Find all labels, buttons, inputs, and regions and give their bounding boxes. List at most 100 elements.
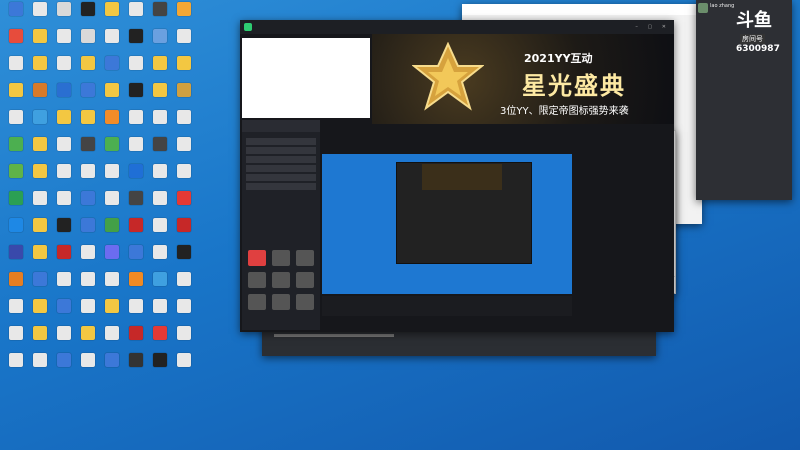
desktop-shortcut-icon[interactable] bbox=[28, 164, 52, 191]
desktop-shortcut-icon[interactable] bbox=[4, 29, 28, 56]
desktop-shortcut-icon[interactable] bbox=[52, 83, 76, 110]
desktop-shortcut-icon[interactable] bbox=[100, 218, 124, 245]
desktop-shortcut-icon[interactable] bbox=[124, 164, 148, 191]
desktop-shortcut-icon[interactable] bbox=[148, 326, 172, 353]
desktop-shortcut-icon[interactable] bbox=[100, 29, 124, 56]
desktop-shortcut-icon[interactable] bbox=[124, 245, 148, 272]
stream-preview[interactable] bbox=[322, 154, 572, 294]
desktop-shortcut-icon[interactable] bbox=[28, 191, 52, 218]
desktop-shortcut-icon[interactable] bbox=[148, 137, 172, 164]
desktop-shortcut-icon[interactable] bbox=[76, 326, 100, 353]
desktop-shortcut-icon[interactable] bbox=[148, 299, 172, 326]
background-window-titlebar[interactable] bbox=[462, 4, 702, 15]
desktop-shortcut-icon[interactable] bbox=[100, 326, 124, 353]
desktop-shortcut-icon[interactable] bbox=[100, 56, 124, 83]
desktop-shortcut-icon[interactable] bbox=[100, 245, 124, 272]
desktop-shortcut-icon[interactable] bbox=[28, 2, 52, 29]
desktop-shortcut-icon[interactable] bbox=[172, 29, 196, 56]
desktop-shortcut-icon[interactable] bbox=[4, 164, 28, 191]
stream-overlay-panel[interactable]: lao zhang 斗鱼 房间号 6300987 bbox=[696, 0, 792, 200]
desktop-shortcut-icon[interactable] bbox=[172, 110, 196, 137]
scene-sidebar[interactable] bbox=[242, 120, 320, 330]
desktop-shortcut-icon[interactable] bbox=[76, 191, 100, 218]
desktop-shortcut-icon[interactable] bbox=[172, 56, 196, 83]
desktop-shortcut-icon[interactable] bbox=[4, 2, 28, 29]
window-controls[interactable]: – ▢ ✕ bbox=[635, 24, 670, 30]
desktop-shortcut-icon[interactable] bbox=[124, 218, 148, 245]
stream-control-bar[interactable] bbox=[322, 296, 572, 316]
desktop-shortcut-icon[interactable] bbox=[100, 137, 124, 164]
desktop-shortcut-icon[interactable] bbox=[124, 191, 148, 218]
desktop-shortcut-icon[interactable] bbox=[100, 2, 124, 29]
desktop-shortcut-icon[interactable] bbox=[52, 137, 76, 164]
desktop-shortcut-icon[interactable] bbox=[4, 110, 28, 137]
desktop-shortcut-icon[interactable] bbox=[4, 137, 28, 164]
desktop-shortcut-icon[interactable] bbox=[100, 272, 124, 299]
desktop-shortcut-icon[interactable] bbox=[76, 299, 100, 326]
desktop-shortcut-icon[interactable] bbox=[4, 299, 28, 326]
desktop-shortcut-icon[interactable] bbox=[4, 245, 28, 272]
event-banner[interactable]: 2021YY互动 星光盛典 3位YY、限定帝图标强势来袭 bbox=[372, 34, 674, 124]
desktop-shortcut-icon[interactable] bbox=[124, 299, 148, 326]
desktop-shortcut-icon[interactable] bbox=[52, 29, 76, 56]
desktop-shortcut-icon[interactable] bbox=[148, 83, 172, 110]
desktop-shortcut-icon[interactable] bbox=[124, 29, 148, 56]
desktop-shortcut-icon[interactable] bbox=[172, 164, 196, 191]
desktop-shortcut-icon[interactable] bbox=[148, 353, 172, 380]
stream-app-window[interactable]: – ▢ ✕ 2021YY互动 星光盛典 3位YY、限定帝图标强势来袭 bbox=[240, 20, 674, 332]
desktop-shortcut-icon[interactable] bbox=[172, 137, 196, 164]
desktop-shortcut-icon[interactable] bbox=[4, 272, 28, 299]
desktop-shortcut-icon[interactable] bbox=[28, 272, 52, 299]
desktop-shortcut-icon[interactable] bbox=[172, 218, 196, 245]
desktop-shortcut-icon[interactable] bbox=[28, 56, 52, 83]
desktop-shortcut-icon[interactable] bbox=[28, 245, 52, 272]
desktop-shortcut-icon[interactable] bbox=[28, 83, 52, 110]
desktop-shortcut-icon[interactable] bbox=[100, 299, 124, 326]
desktop-shortcut-icon[interactable] bbox=[100, 191, 124, 218]
desktop-shortcut-icon[interactable] bbox=[124, 353, 148, 380]
desktop-shortcut-icon[interactable] bbox=[76, 29, 100, 56]
desktop-shortcut-icon[interactable] bbox=[4, 56, 28, 83]
desktop-shortcut-icon[interactable] bbox=[172, 353, 196, 380]
desktop-shortcut-icon[interactable] bbox=[4, 353, 28, 380]
desktop-shortcut-icon[interactable] bbox=[76, 83, 100, 110]
desktop-shortcut-icon[interactable] bbox=[28, 29, 52, 56]
desktop-shortcut-icon[interactable] bbox=[28, 218, 52, 245]
desktop-shortcut-icon[interactable] bbox=[28, 137, 52, 164]
desktop-shortcut-icon[interactable] bbox=[148, 191, 172, 218]
desktop-shortcut-icon[interactable] bbox=[28, 326, 52, 353]
desktop-shortcut-icon[interactable] bbox=[148, 29, 172, 56]
desktop-shortcut-icon[interactable] bbox=[4, 326, 28, 353]
desktop-shortcut-icon[interactable] bbox=[28, 299, 52, 326]
desktop-shortcut-icon[interactable] bbox=[52, 353, 76, 380]
desktop-shortcut-icon[interactable] bbox=[148, 245, 172, 272]
desktop-shortcut-icon[interactable] bbox=[76, 353, 100, 380]
desktop-shortcut-icon[interactable] bbox=[124, 137, 148, 164]
desktop-shortcut-icon[interactable] bbox=[148, 2, 172, 29]
desktop-shortcut-icon[interactable] bbox=[148, 272, 172, 299]
desktop-shortcut-icon[interactable] bbox=[148, 56, 172, 83]
desktop-shortcut-icon[interactable] bbox=[172, 83, 196, 110]
desktop-shortcut-icon[interactable] bbox=[52, 2, 76, 29]
desktop-shortcut-icon[interactable] bbox=[172, 272, 196, 299]
desktop-shortcut-icon[interactable] bbox=[76, 272, 100, 299]
desktop-shortcut-icon[interactable] bbox=[100, 110, 124, 137]
desktop-shortcut-icon[interactable] bbox=[52, 164, 76, 191]
desktop-shortcut-icon[interactable] bbox=[100, 164, 124, 191]
desktop-shortcut-icon[interactable] bbox=[172, 245, 196, 272]
desktop-shortcut-icon[interactable] bbox=[52, 56, 76, 83]
desktop-shortcut-icon[interactable] bbox=[124, 110, 148, 137]
desktop-shortcut-icon[interactable] bbox=[76, 164, 100, 191]
desktop-shortcut-icon[interactable] bbox=[172, 191, 196, 218]
desktop-shortcut-icon[interactable] bbox=[52, 218, 76, 245]
desktop-shortcut-icon[interactable] bbox=[76, 2, 100, 29]
desktop-shortcut-icon[interactable] bbox=[148, 164, 172, 191]
desktop-shortcut-icon[interactable] bbox=[76, 245, 100, 272]
desktop-shortcut-icon[interactable] bbox=[4, 83, 28, 110]
desktop-shortcut-icon[interactable] bbox=[76, 218, 100, 245]
desktop-shortcut-icon[interactable] bbox=[100, 353, 124, 380]
desktop-shortcut-icon[interactable] bbox=[172, 2, 196, 29]
desktop-shortcut-icon[interactable] bbox=[28, 110, 52, 137]
desktop-shortcut-icon[interactable] bbox=[52, 326, 76, 353]
stream-app-titlebar[interactable]: – ▢ ✕ bbox=[240, 20, 674, 34]
